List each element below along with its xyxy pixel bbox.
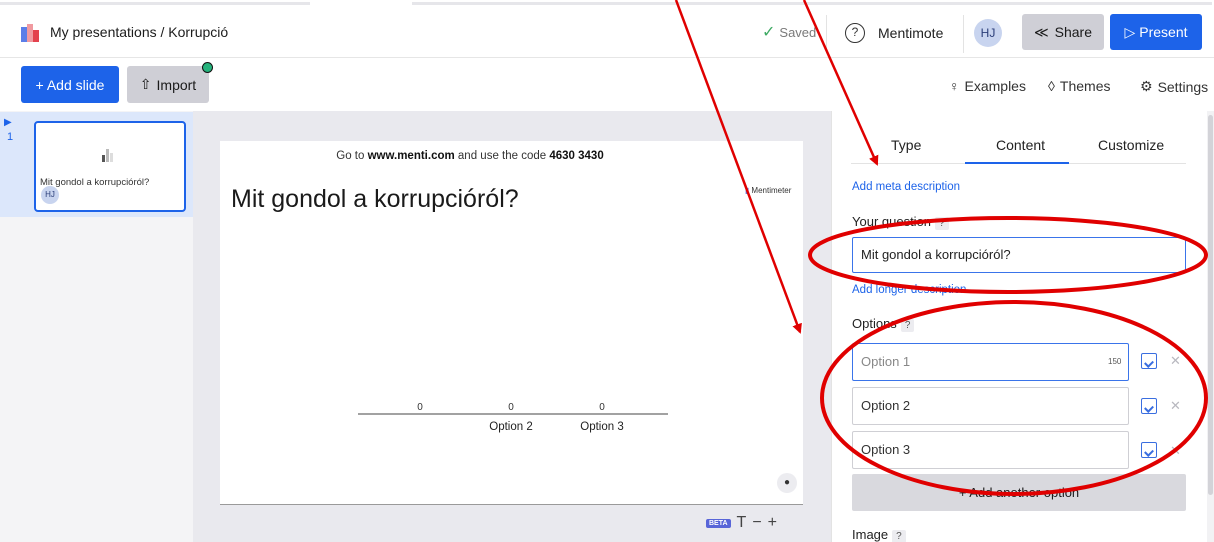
image-icon[interactable] <box>1141 398 1157 414</box>
saved-status: ✓ Saved <box>762 23 817 41</box>
new-badge-icon <box>202 62 213 73</box>
themes-button[interactable]: ◊ Themes <box>1048 78 1111 94</box>
question-input[interactable]: Mit gondol a korrupcióról? <box>852 237 1186 273</box>
top-strip <box>0 0 1214 8</box>
image-label: Image? <box>852 527 906 542</box>
mentimeter-brand: ▮ Mentimeter <box>745 186 791 195</box>
share-icon: ≪ <box>1033 23 1049 40</box>
image-label-text: Image <box>852 527 889 542</box>
help-icon[interactable]: ? <box>845 23 865 43</box>
divider <box>826 15 827 53</box>
tab-content[interactable]: Content <box>996 137 1045 153</box>
play-icon: ▷ <box>1124 23 1136 40</box>
join-instructions: Go to www.menti.com and use the code 463… <box>220 150 720 162</box>
join-text: and use the code <box>454 150 550 162</box>
active-tab-indicator <box>965 162 1069 164</box>
option-input-3[interactable]: Option 3 <box>852 431 1129 469</box>
panel-tabs: Type Content Customize <box>851 137 1186 164</box>
tab-customize[interactable]: Customize <box>1098 137 1164 153</box>
slide-title: Mit gondol a korrupcióról? <box>231 185 519 213</box>
share-label: Share <box>1054 24 1092 40</box>
chart-category-label: Option 2 <box>489 421 532 433</box>
image-icon[interactable] <box>1141 353 1157 369</box>
option-input-1[interactable]: Option 1 <box>852 343 1129 381</box>
mentimote-link[interactable]: Mentimote <box>878 25 943 41</box>
options-label-text: Options <box>852 316 897 331</box>
saved-label: Saved <box>779 25 817 40</box>
mentimeter-logo-icon: ▮ <box>745 186 750 195</box>
avatar[interactable]: HJ <box>974 19 1002 47</box>
brand-label: Mentimeter <box>751 186 792 195</box>
present-button[interactable]: ▷ Present <box>1110 14 1202 50</box>
chart-value-label: 0 <box>417 402 423 413</box>
settings-label: Settings <box>1157 78 1209 95</box>
themes-label: Themes <box>1059 78 1111 94</box>
present-label: Present <box>1139 24 1188 40</box>
divider <box>963 15 964 53</box>
close-icon[interactable]: ✕ <box>1170 398 1181 414</box>
import-button[interactable]: ⇧ Import <box>127 66 209 103</box>
close-icon[interactable]: ✕ <box>1170 353 1181 369</box>
question-label: Your question? <box>852 214 949 230</box>
examples-button[interactable]: ♀ Examples <box>949 78 1026 94</box>
chart-category-label: Option 3 <box>580 421 623 433</box>
help-icon[interactable]: ? <box>935 217 949 230</box>
share-button[interactable]: ≪ Share <box>1022 14 1104 50</box>
join-url: www.menti.com <box>367 150 455 162</box>
help-icon[interactable]: ? <box>900 319 915 332</box>
lightbulb-icon: ♀ <box>949 78 960 94</box>
check-icon: ✓ <box>762 23 776 41</box>
examples-label: Examples <box>964 78 1026 94</box>
chart-value-label: 0 <box>508 402 514 413</box>
text-size-tools: BETA T − + <box>706 514 777 532</box>
option-input-2[interactable]: Option 2 <box>852 387 1129 425</box>
results-chart: 0 0 Option 2 0 Option 3 <box>358 402 668 433</box>
slide-thumbnail-title: Mit gondol a korrupcióról? <box>40 177 150 188</box>
add-slide-button[interactable]: + Add slide <box>21 66 119 103</box>
character-count: 150 <box>1108 357 1122 366</box>
slide-number: 1 <box>7 131 14 143</box>
close-icon[interactable]: ✕ <box>1170 443 1181 459</box>
chart-value-label: 0 <box>599 402 605 413</box>
gear-icon: ⚙ <box>1140 78 1153 94</box>
beta-badge: BETA <box>706 518 731 528</box>
add-longer-description-link[interactable]: Add longer description <box>852 284 966 296</box>
increase-text-button[interactable]: + <box>768 514 777 532</box>
option-placeholder: Option 1 <box>861 354 911 369</box>
settings-button[interactable]: ⚙ Settings <box>1140 78 1208 95</box>
add-meta-description-link[interactable]: Add meta description <box>852 181 960 193</box>
image-icon[interactable] <box>1141 442 1157 458</box>
text-icon[interactable]: T <box>737 514 747 532</box>
mentimeter-logo-icon[interactable] <box>21 24 39 42</box>
audience-icon[interactable]: ● <box>777 473 797 493</box>
bar-chart-icon <box>102 149 113 162</box>
help-icon[interactable]: ? <box>892 530 906 542</box>
join-text: Go to <box>336 150 368 162</box>
add-option-button[interactable]: + Add another option <box>852 474 1186 511</box>
join-code: 4630 3430 <box>549 150 604 162</box>
upload-icon: ⇧ <box>139 76 152 92</box>
tab-type[interactable]: Type <box>891 137 921 153</box>
question-label-text: Your question <box>852 214 932 229</box>
breadcrumb[interactable]: My presentations / Korrupció <box>50 24 228 40</box>
decrease-text-button[interactable]: − <box>752 514 761 532</box>
options-label: Options? <box>852 316 915 332</box>
avatar: HJ <box>41 186 59 204</box>
scrollbar-thumb[interactable] <box>1208 115 1213 495</box>
drop-icon: ◊ <box>1048 78 1055 94</box>
import-label: Import <box>156 76 197 93</box>
current-slide-marker-icon: ▶ <box>4 117 12 128</box>
